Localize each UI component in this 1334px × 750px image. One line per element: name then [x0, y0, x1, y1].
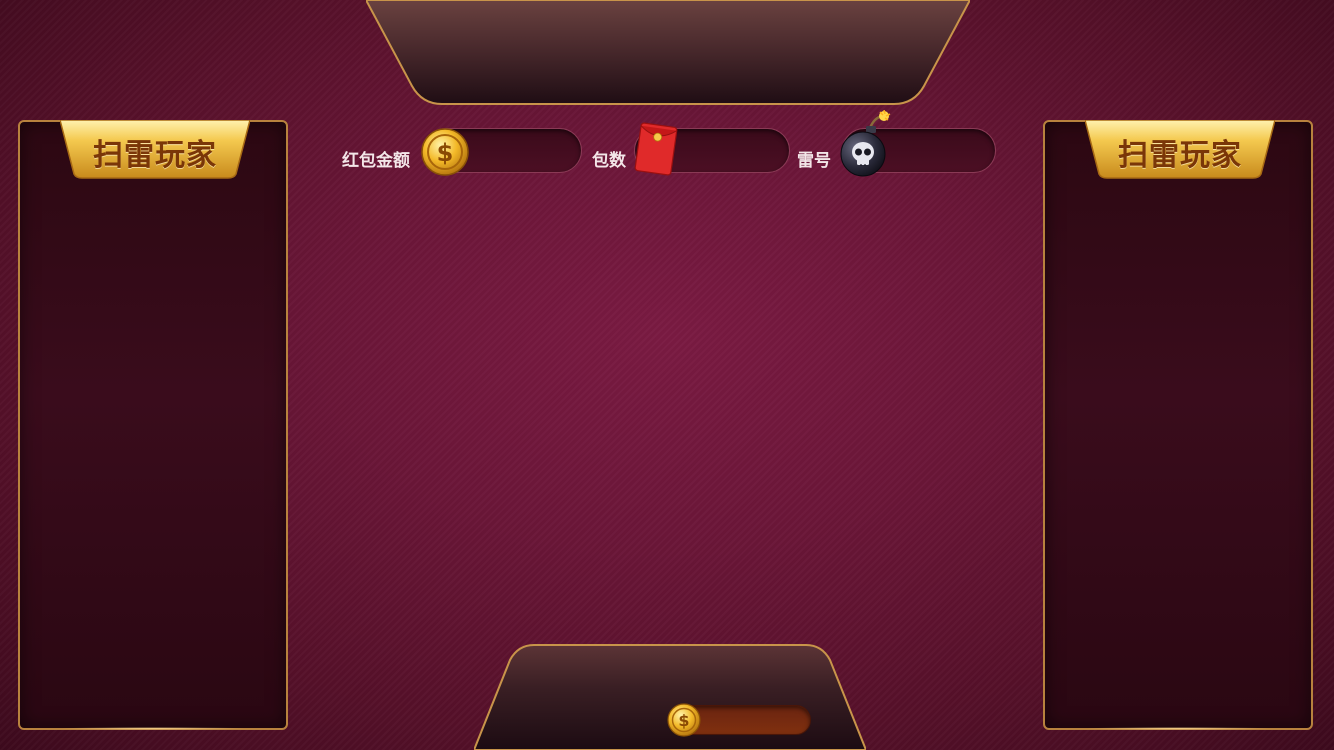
left-panel-title-badge: 扫雷玩家 — [60, 120, 250, 180]
left-panel-bottom-glow — [60, 727, 246, 730]
skull-bomb-icon — [836, 109, 900, 182]
amount-label: 红包金额 — [342, 151, 410, 171]
top-banner — [366, 0, 970, 106]
count-label: 包数 — [592, 151, 626, 171]
right-panel-title: 扫雷玩家 — [1118, 138, 1242, 173]
red-envelope-icon — [633, 121, 679, 181]
bottom-gold-coin-icon: $ — [667, 703, 701, 741]
right-panel-title-badge: 扫雷玩家 — [1085, 120, 1275, 180]
right-panel-bottom-glow — [1085, 727, 1271, 730]
mine-label: 雷号 — [797, 151, 831, 171]
svg-text:$: $ — [437, 139, 454, 167]
svg-text:$: $ — [678, 711, 689, 730]
gold-coin-icon: $ — [421, 128, 469, 180]
left-panel-title: 扫雷玩家 — [93, 138, 217, 173]
left-player-panel: 扫雷玩家 — [18, 120, 288, 730]
right-player-panel: 扫雷玩家 — [1043, 120, 1313, 730]
